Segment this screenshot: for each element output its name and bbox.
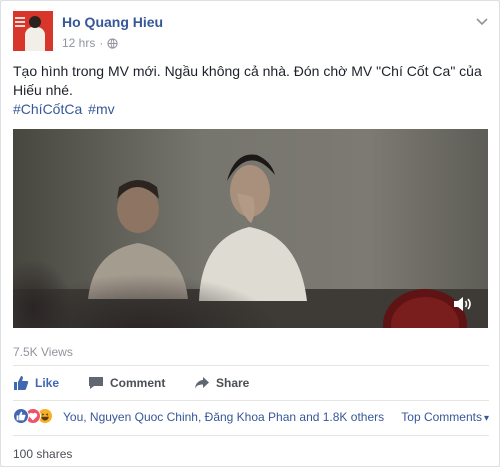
meta-separator: ·: [99, 36, 104, 50]
reactions-bar: You, Nguyen Quoc Chinh, Đăng Khoa Phan a…: [13, 407, 489, 427]
post-meta: 12 hrs ·: [62, 36, 118, 50]
share-count-link[interactable]: 100 shares: [13, 447, 72, 461]
globe-icon[interactable]: [107, 37, 118, 49]
post-card: Ho Quang Hieu 12 hrs · Tạo hình trong MV…: [0, 0, 500, 467]
share-label: Share: [216, 376, 250, 390]
divider: [13, 435, 489, 436]
view-count: 7.5K Views: [13, 345, 73, 359]
divider: [13, 365, 489, 366]
post-header: Ho Quang Hieu 12 hrs ·: [13, 11, 489, 53]
comment-label: Comment: [110, 376, 166, 390]
hashtag-link[interactable]: #ChíCốtCa: [13, 101, 82, 117]
action-bar: Like Comment Share: [13, 372, 489, 394]
video-player[interactable]: [13, 129, 488, 328]
page-name-link[interactable]: Ho Quang Hieu: [62, 14, 163, 30]
post-hashtags: #ChíCốtCa #mv: [13, 100, 117, 119]
post-message: Tạo hình trong MV mới. Ngầu không cả nhà…: [13, 63, 482, 98]
comment-button[interactable]: Comment: [88, 372, 165, 394]
like-button[interactable]: Like: [13, 372, 59, 394]
top-comments-dropdown[interactable]: Top Comments ▾: [401, 410, 489, 424]
reaction-names-link[interactable]: You, Nguyen Quoc Chinh, Đăng Khoa Phan a…: [63, 410, 384, 424]
comment-icon: [89, 377, 103, 389]
thumbs-up-icon: [14, 376, 29, 390]
top-comments-label: Top Comments: [401, 410, 482, 424]
chevron-down-icon[interactable]: [475, 17, 489, 27]
caret-down-icon: ▾: [483, 413, 489, 424]
page-avatar[interactable]: [13, 11, 53, 51]
reaction-icons[interactable]: [13, 408, 53, 424]
share-arrow-icon: [195, 377, 209, 389]
post-timestamp[interactable]: 12 hrs: [62, 36, 95, 50]
share-button[interactable]: Share: [194, 372, 249, 394]
divider: [13, 400, 489, 401]
hashtag-link[interactable]: #mv: [88, 101, 114, 117]
like-label: Like: [35, 376, 60, 390]
speaker-icon[interactable]: [453, 296, 473, 312]
video-frame: [13, 129, 488, 328]
like-reaction-icon: [13, 408, 29, 424]
